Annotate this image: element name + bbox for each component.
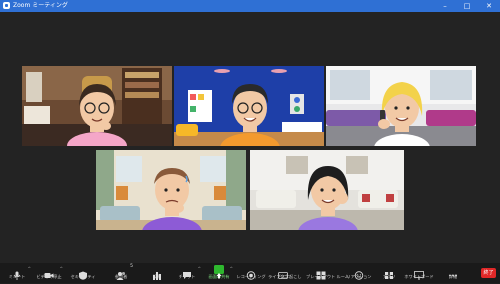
apps-button[interactable]: アプリ xyxy=(374,264,404,283)
title-bar: Zoom ミーティング – □ ✕ xyxy=(0,0,500,12)
window-title: Zoom ミーティング xyxy=(13,2,68,9)
polls-button[interactable]: 投票 xyxy=(142,264,172,283)
participants-count-badge: 5 xyxy=(130,264,133,269)
chevron-up-icon[interactable]: ^ xyxy=(230,266,233,271)
more-icon xyxy=(448,265,458,277)
poll-icon xyxy=(152,265,162,280)
breakout-rooms-button[interactable]: ブレイクアウト ルーム xyxy=(306,264,349,283)
zoom-logo-icon xyxy=(3,2,10,9)
reactions-button[interactable]: リアクション xyxy=(344,264,374,283)
video-tile-participant-5[interactable] xyxy=(250,150,404,230)
video-tile-participant-1[interactable] xyxy=(22,66,172,146)
chevron-up-icon[interactable]: ^ xyxy=(60,266,63,271)
breakout-rooms-icon xyxy=(316,265,326,280)
whiteboard-button[interactable]: ホワイトボード xyxy=(404,264,434,283)
more-button[interactable]: 詳細 xyxy=(438,264,468,283)
mute-button[interactable]: ミュート ^ xyxy=(2,264,32,283)
record-button[interactable]: レコーディング xyxy=(236,264,266,283)
cc-icon: CC xyxy=(278,265,288,279)
minimize-icon[interactable]: – xyxy=(434,0,456,12)
participants-icon xyxy=(116,265,126,280)
participants-button[interactable]: 参加者 5 xyxy=(106,264,136,283)
record-icon xyxy=(246,265,256,280)
chevron-up-icon[interactable]: ^ xyxy=(198,266,201,271)
video-camera-icon xyxy=(44,265,54,278)
share-screen-button[interactable]: 画面の共有 ^ xyxy=(204,264,234,283)
chevron-up-icon[interactable]: ^ xyxy=(28,266,31,271)
reaction-icon xyxy=(354,265,364,280)
maximize-icon[interactable]: □ xyxy=(456,0,478,12)
share-screen-icon xyxy=(214,265,224,279)
microphone-icon xyxy=(12,265,22,280)
chat-icon xyxy=(182,265,192,279)
video-tile-participant-2[interactable] xyxy=(174,66,324,146)
security-button[interactable]: セキュリティ xyxy=(68,264,98,283)
apps-icon xyxy=(384,265,394,279)
video-tile-participant-4[interactable] xyxy=(96,150,246,230)
shield-icon xyxy=(78,265,88,280)
video-gallery xyxy=(0,12,500,263)
video-tile-participant-3[interactable] xyxy=(326,66,476,146)
close-icon[interactable]: ✕ xyxy=(478,0,500,12)
svg-text:CC: CC xyxy=(280,274,286,278)
meeting-toolbar: ミュート ^ ビデオの停止 ^ セキュリティ 参加者 5 投票 チャット ^ 画… xyxy=(0,263,500,283)
stop-video-button[interactable]: ビデオの停止 ^ xyxy=(34,264,64,283)
live-transcript-button[interactable]: CC ライブ文字起こし xyxy=(268,264,302,283)
chat-button[interactable]: チャット ^ xyxy=(172,264,202,283)
whiteboard-icon xyxy=(414,265,424,280)
end-meeting-button[interactable]: 終了 xyxy=(481,268,496,278)
